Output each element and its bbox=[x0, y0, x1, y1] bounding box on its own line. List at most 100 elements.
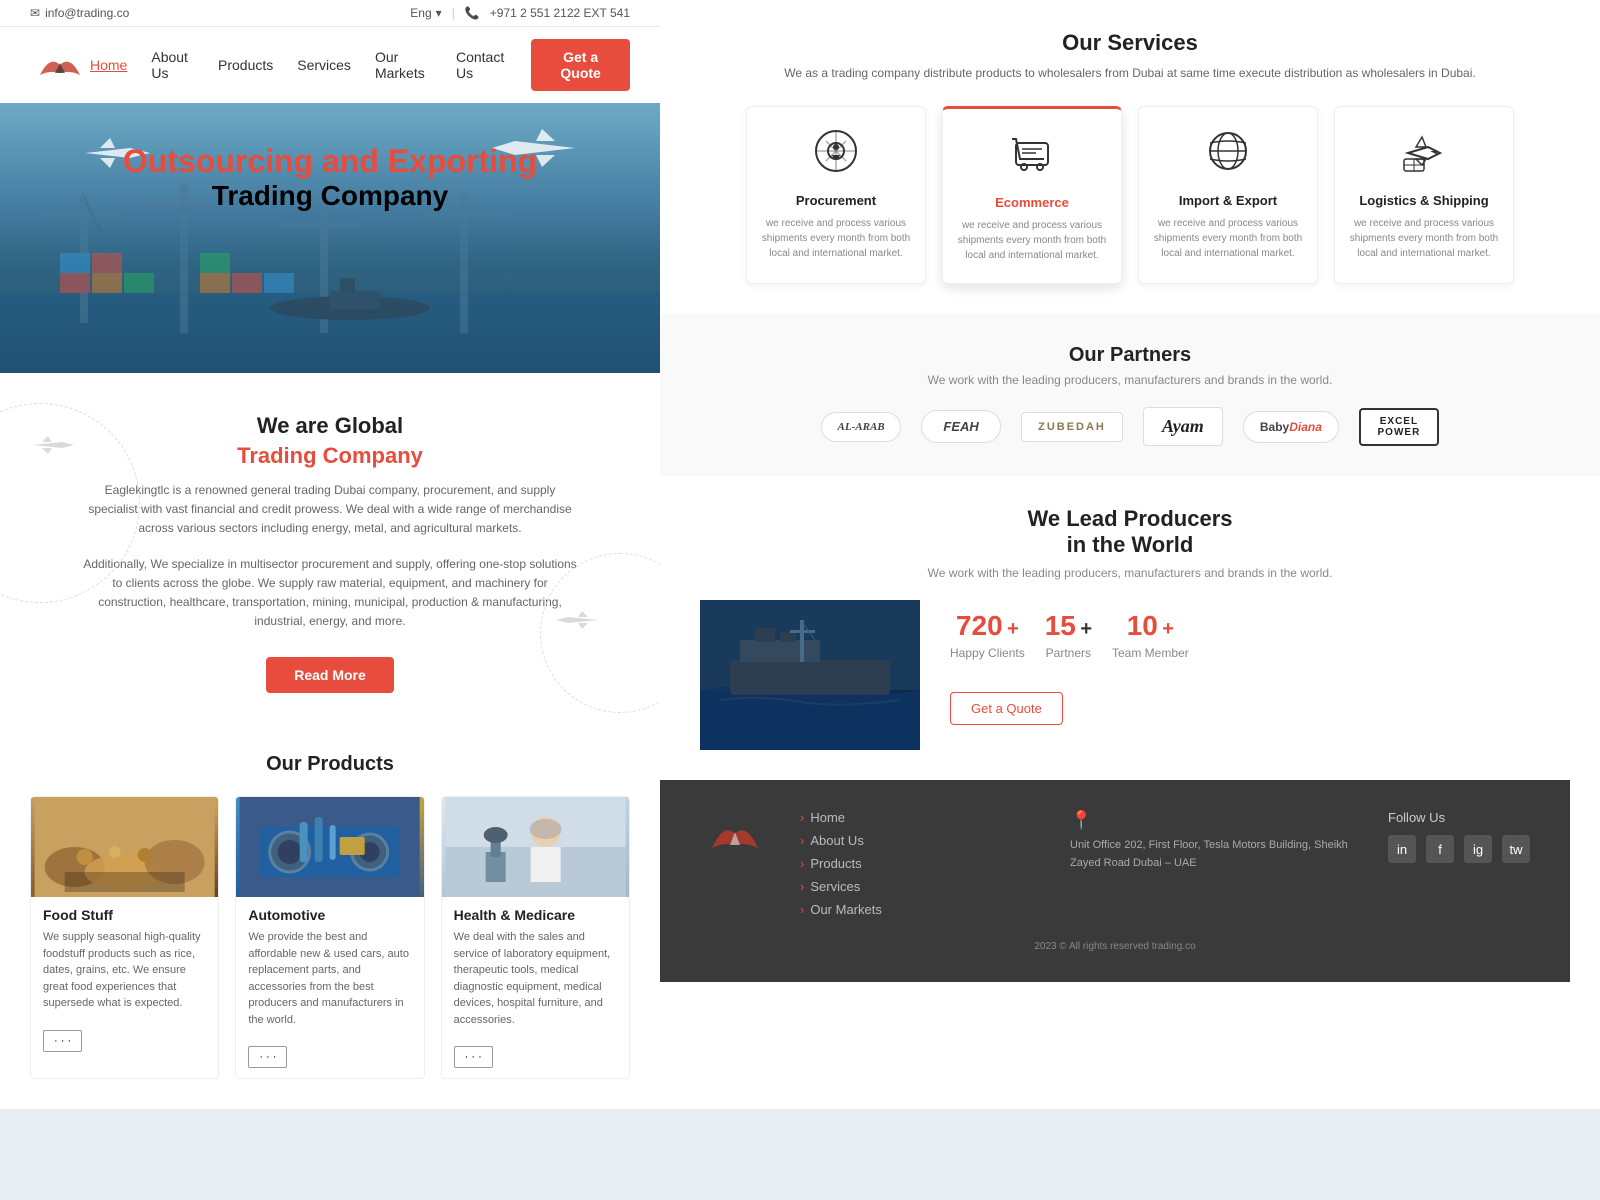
nav-contact[interactable]: Contact Us bbox=[456, 49, 507, 81]
logo-area bbox=[30, 45, 90, 85]
producers-section: We Lead Producersin the World We work wi… bbox=[660, 476, 1600, 780]
arrow-icon: › bbox=[800, 810, 804, 825]
product-health-desc: We deal with the sales and service of la… bbox=[454, 929, 617, 1028]
product-food-btn[interactable]: · · · bbox=[43, 1030, 82, 1052]
import-export-icon bbox=[1151, 127, 1305, 183]
global-title1: We are Global bbox=[80, 413, 580, 439]
logo bbox=[30, 45, 90, 85]
global-desc2: Additionally, We specialize in multisect… bbox=[80, 555, 580, 632]
product-img-auto bbox=[236, 797, 423, 897]
right-column: Our Services We as a trading company dis… bbox=[660, 0, 1600, 1109]
phone-icon: 📞 bbox=[465, 6, 480, 20]
services-title: Our Services bbox=[700, 30, 1560, 56]
product-card-auto: Automotive We provide the best and affor… bbox=[235, 796, 424, 1079]
service-logistics-name: Logistics & Shipping bbox=[1347, 193, 1501, 208]
stat-partners: 15 + Partners bbox=[1045, 610, 1092, 660]
service-import-export-name: Import & Export bbox=[1151, 193, 1305, 208]
linkedin-icon[interactable]: in bbox=[1388, 835, 1416, 863]
global-desc1: Eaglekingtlc is a renowned general tradi… bbox=[80, 481, 580, 539]
footer-layout: › Home › About Us › Products › Services … bbox=[700, 810, 1530, 925]
topbar-phone: +971 2 551 2122 EXT 541 bbox=[490, 6, 630, 20]
global-title2: Trading Company bbox=[80, 443, 580, 469]
footer-address: 📍 Unit Office 202, First Floor, Tesla Mo… bbox=[1070, 810, 1358, 872]
service-card-import-export[interactable]: Import & Export we receive and process v… bbox=[1138, 106, 1318, 284]
instagram-icon[interactable]: ig bbox=[1464, 835, 1492, 863]
procurement-icon bbox=[759, 127, 913, 183]
service-card-ecommerce[interactable]: Ecommerce we receive and process various… bbox=[942, 106, 1122, 284]
product-food-name: Food Stuff bbox=[43, 907, 206, 923]
footer-link-about[interactable]: › About Us bbox=[800, 833, 1040, 848]
lang-selector[interactable]: Eng ▾ bbox=[410, 6, 441, 20]
producers-title: We Lead Producersin the World bbox=[700, 506, 1560, 558]
main-nav: Home About Us Products Services Our Mark… bbox=[90, 39, 630, 91]
service-logistics-text: we receive and process various shipments… bbox=[1347, 216, 1501, 261]
service-card-logistics[interactable]: Logistics & Shipping we receive and proc… bbox=[1334, 106, 1514, 284]
product-auto-btn[interactable]: · · · bbox=[248, 1046, 287, 1068]
location-icon: 📍 bbox=[1070, 810, 1358, 831]
logistics-icon bbox=[1347, 127, 1501, 183]
stat-team-label: Team Member bbox=[1112, 646, 1189, 660]
stat-team: 10 + Team Member bbox=[1112, 610, 1189, 660]
products-section: Our Products bbox=[0, 733, 660, 1109]
read-more-button[interactable]: Read More bbox=[266, 657, 394, 693]
hero-title-line2: Trading Company bbox=[123, 180, 537, 212]
partners-desc: We work with the leading producers, manu… bbox=[700, 373, 1560, 387]
service-procurement-name: Procurement bbox=[759, 193, 913, 208]
services-grid: Procurement we receive and process vario… bbox=[700, 106, 1560, 284]
footer-social: Follow Us in f ig tw bbox=[1388, 810, 1530, 863]
product-img-food bbox=[31, 797, 218, 897]
service-procurement-text: we receive and process various shipments… bbox=[759, 216, 913, 261]
product-auto-name: Automotive bbox=[248, 907, 411, 923]
footer-link-home[interactable]: › Home bbox=[800, 810, 1040, 825]
arrow-icon: › bbox=[800, 833, 804, 848]
footer-link-services[interactable]: › Services bbox=[800, 879, 1040, 894]
nav-products[interactable]: Products bbox=[218, 57, 273, 73]
stat-clients-plus: + bbox=[1007, 618, 1019, 640]
partners-title: Our Partners bbox=[700, 344, 1560, 367]
service-ecommerce-text: we receive and process various shipments… bbox=[955, 218, 1109, 263]
stat-partners-plus: + bbox=[1080, 618, 1092, 640]
chevron-down-icon: ▾ bbox=[436, 6, 442, 20]
product-health-name: Health & Medicare bbox=[454, 907, 617, 923]
product-health-btn[interactable]: · · · bbox=[454, 1046, 493, 1068]
footer: › Home › About Us › Products › Services … bbox=[660, 780, 1570, 982]
footer-nav: › Home › About Us › Products › Services … bbox=[800, 810, 1040, 925]
facebook-icon[interactable]: f bbox=[1426, 835, 1454, 863]
product-food-desc: We supply seasonal high-quality foodstuf… bbox=[43, 929, 206, 1012]
stats-grid: 720 + Happy Clients 15 + Partners bbox=[950, 610, 1189, 660]
service-ecommerce-name: Ecommerce bbox=[955, 195, 1109, 210]
footer-link-markets[interactable]: › Our Markets bbox=[800, 902, 1040, 917]
producers-get-quote-button[interactable]: Get a Quote bbox=[950, 692, 1063, 725]
product-card-health: Health & Medicare We deal with the sales… bbox=[441, 796, 630, 1079]
footer-link-products[interactable]: › Products bbox=[800, 856, 1040, 871]
partner-alarab: AL-ARAB bbox=[821, 412, 901, 442]
products-grid: Food Stuff We supply seasonal high-quali… bbox=[30, 796, 630, 1079]
social-icons: in f ig tw bbox=[1388, 835, 1530, 863]
partner-excelpower: EXCELPOWER bbox=[1359, 408, 1439, 446]
topbar-email: info@trading.co bbox=[45, 6, 129, 20]
service-import-export-text: we receive and process various shipments… bbox=[1151, 216, 1305, 261]
service-card-procurement[interactable]: Procurement we receive and process vario… bbox=[746, 106, 926, 284]
ecommerce-icon bbox=[955, 129, 1109, 185]
top-bar: ✉ info@trading.co Eng ▾ | 📞 +971 2 551 2… bbox=[0, 0, 660, 27]
nav-services[interactable]: Services bbox=[297, 57, 351, 73]
partners-section: Our Partners We work with the leading pr… bbox=[660, 314, 1600, 476]
get-quote-button[interactable]: Get a Quote bbox=[531, 39, 630, 91]
producers-layout: 720 + Happy Clients 15 + Partners bbox=[700, 600, 1560, 750]
stats-area: 720 + Happy Clients 15 + Partners bbox=[950, 600, 1189, 725]
product-auto-info: Automotive We provide the best and affor… bbox=[236, 897, 423, 1038]
nav-about[interactable]: About Us bbox=[151, 49, 194, 81]
footer-social-title: Follow Us bbox=[1388, 810, 1530, 825]
header: Home About Us Products Services Our Mark… bbox=[0, 27, 660, 103]
partner-zubedah: ZUBEDAH bbox=[1021, 412, 1123, 442]
partner-ayam: Ayam bbox=[1143, 407, 1223, 446]
email-icon: ✉ bbox=[30, 6, 40, 20]
arrow-icon: › bbox=[800, 879, 804, 894]
hero-section: Outsourcing and Exporting Trading Compan… bbox=[0, 103, 660, 373]
twitter-icon[interactable]: tw bbox=[1502, 835, 1530, 863]
footer-logo bbox=[700, 810, 770, 865]
nav-markets[interactable]: Our Markets bbox=[375, 49, 432, 81]
arrow-icon: › bbox=[800, 856, 804, 871]
nav-home[interactable]: Home bbox=[90, 57, 127, 73]
services-section: Our Services We as a trading company dis… bbox=[660, 0, 1600, 314]
